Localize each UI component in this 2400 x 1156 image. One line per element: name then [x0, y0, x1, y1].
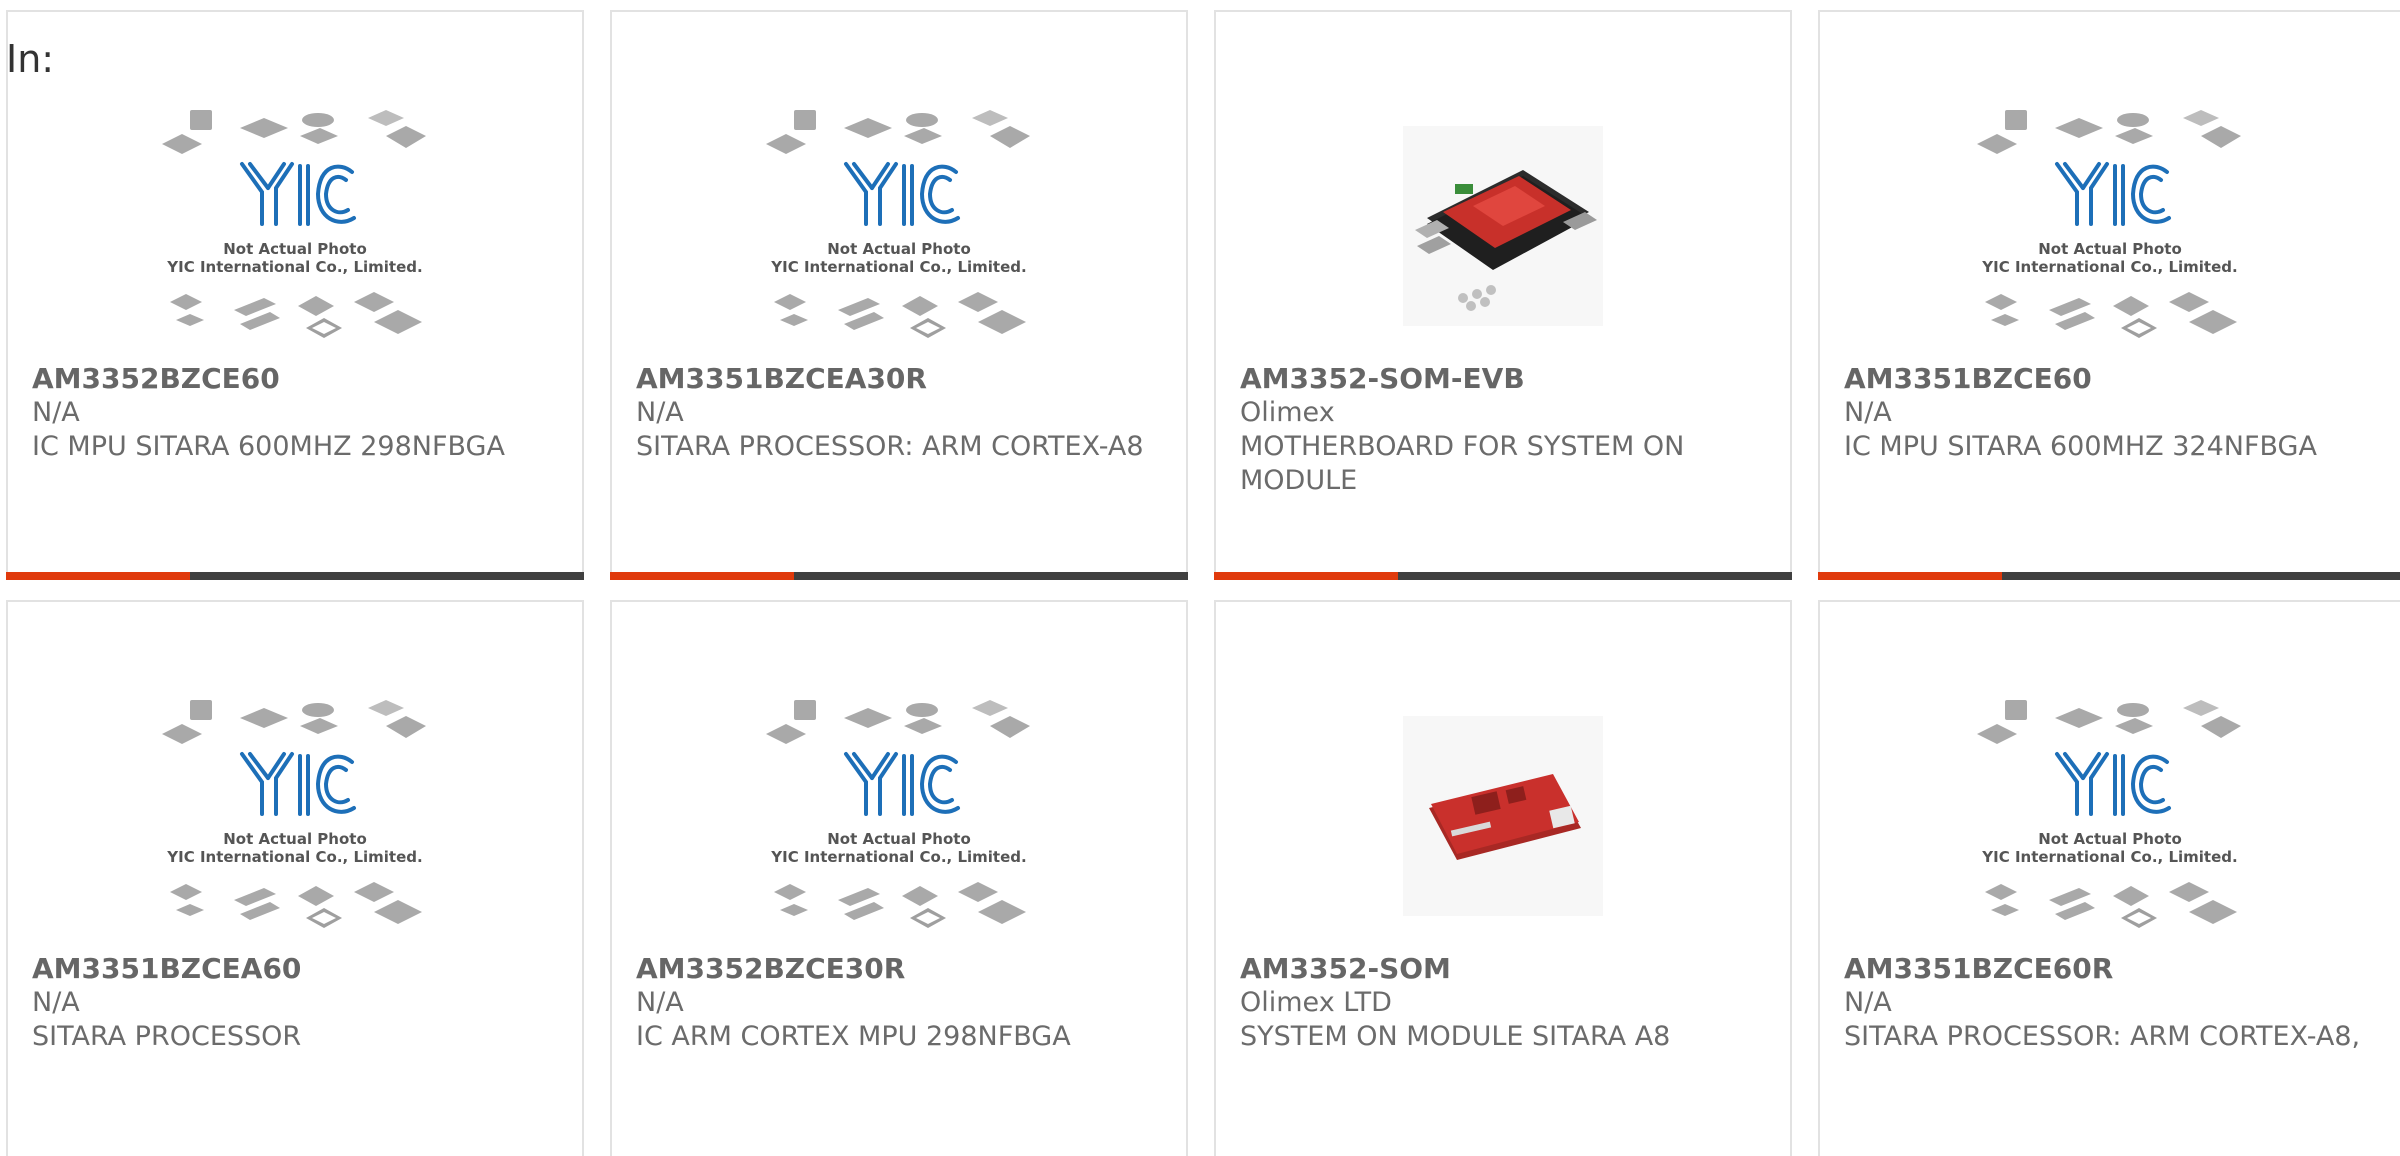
card-bottom-bar — [1214, 572, 1792, 580]
product-image-placeholder[interactable]: Not Actual Photo YIC International Co., … — [612, 690, 1186, 942]
part-number-link[interactable]: AM3352BZCE60 — [32, 362, 562, 396]
filter-label: In: — [6, 37, 55, 81]
part-number-link[interactable]: AM3351BZCE60 — [1844, 362, 2380, 396]
manufacturer: N/A — [1844, 987, 1892, 1018]
not-actual-photo-image: Not Actual Photo YIC International Co., … — [764, 108, 1032, 340]
part-number-link[interactable]: AM3352-SOM-EVB — [1240, 362, 1770, 396]
product-info: AM3351BZCE60 N/A IC MPU SITARA 600MHZ 32… — [1844, 362, 2380, 464]
card-bottom-bar — [610, 572, 1188, 580]
evaluation-board-image — [1403, 126, 1603, 326]
product-info: AM3351BZCEA30R N/A SITARA PROCESSOR: ARM… — [636, 362, 1166, 464]
placeholder-line1: Not Actual Photo — [2038, 830, 2182, 848]
product-info: AM3351BZCE60R N/A SITARA PROCESSOR: ARM … — [1844, 952, 2380, 1054]
placeholder-line2: YIC International Co., Limited. — [166, 848, 422, 866]
product-card[interactable]: AM3352-SOM-EVB Olimex MOTHERBOARD FOR SY… — [1214, 10, 1792, 580]
product-card[interactable]: Not Actual Photo YIC International Co., … — [610, 10, 1188, 580]
placeholder-line1: Not Actual Photo — [827, 830, 971, 848]
placeholder-line1: Not Actual Photo — [827, 240, 971, 258]
manufacturer: N/A — [636, 987, 684, 1018]
placeholder-line2: YIC International Co., Limited. — [1981, 848, 2237, 866]
not-actual-photo-image: Not Actual Photo YIC International Co., … — [1975, 698, 2243, 930]
manufacturer: N/A — [1844, 397, 1892, 428]
placeholder-line2: YIC International Co., Limited. — [770, 848, 1026, 866]
not-actual-photo-image: Not Actual Photo YIC International Co., … — [764, 698, 1032, 930]
placeholder-line1: Not Actual Photo — [223, 240, 367, 258]
product-photo[interactable] — [1216, 100, 1790, 352]
product-image-placeholder[interactable]: Not Actual Photo YIC International Co., … — [8, 690, 582, 942]
product-info: AM3352-SOM Olimex LTD SYSTEM ON MODULE S… — [1240, 952, 1770, 1054]
manufacturer: Olimex — [1240, 397, 1335, 428]
placeholder-line2: YIC International Co., Limited. — [166, 258, 422, 276]
part-number-link[interactable]: AM3351BZCEA30R — [636, 362, 1166, 396]
description: SYSTEM ON MODULE SITARA A8 — [1240, 1021, 1671, 1052]
product-card[interactable]: Not Actual Photo YIC International Co., … — [6, 600, 584, 1156]
part-number-link[interactable]: AM3351BZCEA60 — [32, 952, 562, 986]
product-info: AM3351BZCEA60 N/A SITARA PROCESSOR — [32, 952, 562, 1054]
product-info: AM3352BZCE60 N/A IC MPU SITARA 600MHZ 29… — [32, 362, 562, 464]
placeholder-line2: YIC International Co., Limited. — [770, 258, 1026, 276]
product-photo[interactable] — [1216, 690, 1790, 942]
product-card[interactable]: Not Actual Photo YIC International Co., … — [610, 600, 1188, 1156]
part-number-link[interactable]: AM3352BZCE30R — [636, 952, 1166, 986]
placeholder-line1: Not Actual Photo — [223, 830, 367, 848]
part-number-link[interactable]: AM3352-SOM — [1240, 952, 1770, 986]
product-info: AM3352-SOM-EVB Olimex MOTHERBOARD FOR SY… — [1240, 362, 1770, 498]
placeholder-line1: Not Actual Photo — [2038, 240, 2182, 258]
card-accent-bar — [6, 572, 190, 580]
card-accent-bar — [1818, 572, 2002, 580]
product-image-placeholder[interactable]: Not Actual Photo YIC International Co., … — [8, 100, 582, 352]
product-card[interactable]: Not Actual Photo YIC International Co., … — [1818, 10, 2400, 580]
card-accent-bar — [1214, 572, 1398, 580]
card-accent-bar — [610, 572, 794, 580]
product-card[interactable]: Not Actual Photo YIC International Co., … — [6, 10, 584, 580]
product-card[interactable]: AM3352-SOM Olimex LTD SYSTEM ON MODULE S… — [1214, 600, 1792, 1156]
product-card[interactable]: Not Actual Photo YIC International Co., … — [1818, 600, 2400, 1156]
not-actual-photo-image: Not Actual Photo YIC International Co., … — [160, 698, 428, 930]
description: SITARA PROCESSOR: ARM CORTEX-A8, — [1844, 1021, 2361, 1052]
manufacturer: N/A — [32, 987, 80, 1018]
product-image-placeholder[interactable]: Not Actual Photo YIC International Co., … — [1820, 100, 2400, 352]
not-actual-photo-image: Not Actual Photo YIC International Co., … — [1975, 108, 2243, 340]
product-info: AM3352BZCE30R N/A IC ARM CORTEX MPU 298N… — [636, 952, 1166, 1054]
placeholder-line2: YIC International Co., Limited. — [1981, 258, 2237, 276]
part-number-link[interactable]: AM3351BZCE60R — [1844, 952, 2380, 986]
not-actual-photo-image: Not Actual Photo YIC International Co., … — [160, 108, 428, 340]
card-bottom-bar — [6, 572, 584, 580]
product-image-placeholder[interactable]: Not Actual Photo YIC International Co., … — [1820, 690, 2400, 942]
manufacturer: N/A — [32, 397, 80, 428]
description: SITARA PROCESSOR: ARM CORTEX-A8 — [636, 431, 1144, 462]
system-on-module-image — [1403, 716, 1603, 916]
product-image-placeholder[interactable]: Not Actual Photo YIC International Co., … — [612, 100, 1186, 352]
manufacturer: N/A — [636, 397, 684, 428]
description: MOTHERBOARD FOR SYSTEM ON MODULE — [1240, 431, 1685, 496]
card-bottom-bar — [1818, 572, 2400, 580]
description: IC ARM CORTEX MPU 298NFBGA — [636, 1021, 1071, 1052]
description: IC MPU SITARA 600MHZ 324NFBGA — [1844, 431, 2317, 462]
product-grid-page: In: Not Actual Photo YIC International C… — [0, 0, 2400, 1156]
manufacturer: Olimex LTD — [1240, 987, 1392, 1018]
description: SITARA PROCESSOR — [32, 1021, 302, 1052]
description: IC MPU SITARA 600MHZ 298NFBGA — [32, 431, 505, 462]
